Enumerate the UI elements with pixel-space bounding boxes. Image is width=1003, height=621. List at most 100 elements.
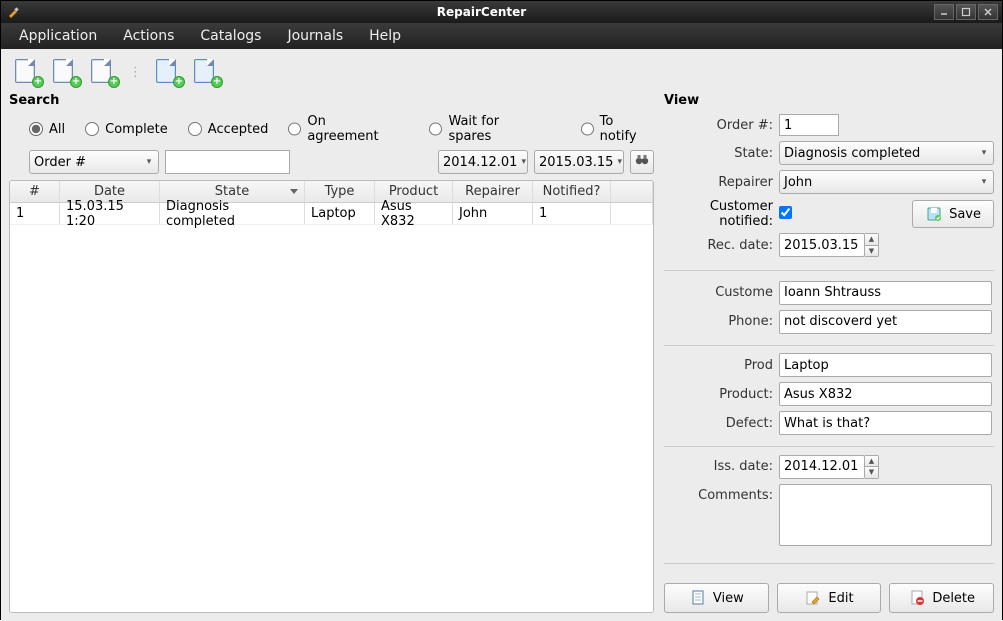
save-button[interactable]: Save <box>912 200 994 228</box>
radio-all[interactable]: All <box>29 122 65 137</box>
radio-wait-spares[interactable]: Wait for spares <box>429 114 522 144</box>
radio-accepted-label: Accepted <box>208 122 269 137</box>
toolbar-separator: ⋮ <box>129 65 144 80</box>
cell-date: 15.03.15 1:20 <box>60 203 160 224</box>
col-notified[interactable]: Notified? <box>533 181 611 202</box>
col-product[interactable]: Product <box>375 181 453 202</box>
radio-complete[interactable]: Complete <box>85 122 168 137</box>
minimize-button[interactable] <box>934 4 954 20</box>
view-title: View <box>664 93 994 108</box>
defect-input[interactable] <box>779 411 992 435</box>
cell-repairer: John <box>453 203 533 224</box>
phone-input[interactable] <box>779 310 992 334</box>
separator <box>664 446 994 447</box>
recdate-input[interactable]: ▲▼ <box>779 233 879 257</box>
menubar: Application Actions Catalogs Journals He… <box>1 23 1002 49</box>
search-value-input[interactable] <box>165 150 290 174</box>
search-radios: All Complete Accepted On agreement Wait … <box>9 110 654 150</box>
col-date[interactable]: Date <box>60 181 160 202</box>
spin-down-icon[interactable]: ▼ <box>865 245 878 257</box>
titlebar: RepairCenter <box>1 1 1002 23</box>
date-from-label: 2014.12.01 <box>443 155 517 170</box>
search-button[interactable] <box>630 150 654 174</box>
close-button[interactable] <box>978 4 998 20</box>
toolbar-new-doc-3[interactable]: + <box>91 59 117 85</box>
customer-input[interactable] <box>779 281 992 305</box>
customer-label: Custome <box>664 285 779 300</box>
radio-wait-spares-label: Wait for spares <box>448 114 522 144</box>
radio-accepted[interactable]: Accepted <box>188 122 269 137</box>
prodtype-input[interactable] <box>779 353 992 377</box>
view-panel: View Order #: State:Diagnosis completed▾… <box>664 93 994 613</box>
toolbar-new-doc-1[interactable]: + <box>15 59 41 85</box>
col-type[interactable]: Type <box>305 181 375 202</box>
chevron-down-icon: ▾ <box>979 148 989 158</box>
notified-checkbox[interactable] <box>779 206 792 219</box>
issdate-label: Iss. date: <box>664 459 779 474</box>
radio-on-agreement-label: On agreement <box>307 114 379 144</box>
spin-up-icon[interactable]: ▲ <box>865 234 878 245</box>
button-bar: View Edit Delete <box>664 583 994 613</box>
save-icon <box>925 205 943 223</box>
radio-complete-label: Complete <box>105 122 168 137</box>
toolbar-new-doc-2[interactable]: + <box>53 59 79 85</box>
notified-label: Customer notified: <box>664 199 779 229</box>
table-row[interactable]: 1 15.03.15 1:20 Diagnosis completed Lapt… <box>10 203 653 225</box>
radio-to-notify[interactable]: To notify <box>581 114 640 144</box>
recdate-value[interactable] <box>779 233 865 257</box>
menu-application[interactable]: Application <box>7 24 109 48</box>
repairer-combo-value: John <box>784 175 812 190</box>
document-icon <box>689 589 707 607</box>
cell-notified: 1 <box>533 203 611 224</box>
toolbar-new-doc-4[interactable]: + <box>156 59 182 85</box>
search-field-combo-label: Order # <box>34 155 86 170</box>
table-body: 1 15.03.15 1:20 Diagnosis completed Lapt… <box>10 203 653 612</box>
app-icon <box>5 4 21 20</box>
spin-up-icon[interactable]: ▲ <box>865 456 878 467</box>
phone-label: Phone: <box>664 314 779 329</box>
date-from-combo[interactable]: 2014.12.01 ▾ <box>438 150 528 174</box>
menu-journals[interactable]: Journals <box>275 24 355 48</box>
radio-to-notify-label: To notify <box>600 114 640 144</box>
order-input[interactable] <box>779 114 839 136</box>
delete-button[interactable]: Delete <box>889 583 994 613</box>
col-state[interactable]: State <box>160 181 305 202</box>
menu-catalogs[interactable]: Catalogs <box>188 24 273 48</box>
menu-help[interactable]: Help <box>357 24 413 48</box>
toolbar-new-doc-5[interactable]: + <box>194 59 220 85</box>
table-header: # Date State Type Product Repairer Notif… <box>10 181 653 203</box>
binoculars-icon <box>634 152 650 172</box>
separator <box>664 563 994 564</box>
maximize-button[interactable] <box>956 4 976 20</box>
state-combo[interactable]: Diagnosis completed▾ <box>779 141 994 165</box>
delete-icon <box>908 589 926 607</box>
product-input[interactable] <box>779 382 992 406</box>
cell-product: Asus X832 <box>375 203 453 224</box>
filter-row: Order #▾ 2014.12.01 ▾ 2015.03.15▾ <box>9 150 654 180</box>
edit-button[interactable]: Edit <box>777 583 882 613</box>
col-repairer[interactable]: Repairer <box>453 181 533 202</box>
repairer-label: Repairer <box>664 175 779 190</box>
comments-input[interactable] <box>779 484 992 546</box>
col-num[interactable]: # <box>10 181 60 202</box>
view-button[interactable]: View <box>664 583 769 613</box>
cell-type: Laptop <box>305 203 375 224</box>
repairer-combo[interactable]: John▾ <box>779 170 994 194</box>
comments-label: Comments: <box>664 484 779 503</box>
date-to-combo[interactable]: 2015.03.15▾ <box>534 150 624 174</box>
cell-state: Diagnosis completed <box>160 203 305 224</box>
cell-spacer <box>611 203 653 224</box>
issdate-value[interactable] <box>779 455 865 479</box>
radio-all-label: All <box>49 122 65 137</box>
spin-down-icon[interactable]: ▼ <box>865 466 878 478</box>
issdate-input[interactable]: ▲▼ <box>779 455 879 479</box>
cell-num: 1 <box>10 203 60 224</box>
radio-on-agreement[interactable]: On agreement <box>288 114 379 144</box>
chevron-down-icon: ▾ <box>521 157 526 167</box>
menu-actions[interactable]: Actions <box>111 24 186 48</box>
separator <box>664 270 994 271</box>
save-button-label: Save <box>949 207 981 222</box>
search-field-combo[interactable]: Order #▾ <box>29 150 159 174</box>
defect-label: Defect: <box>664 416 779 431</box>
search-title: Search <box>9 93 654 108</box>
